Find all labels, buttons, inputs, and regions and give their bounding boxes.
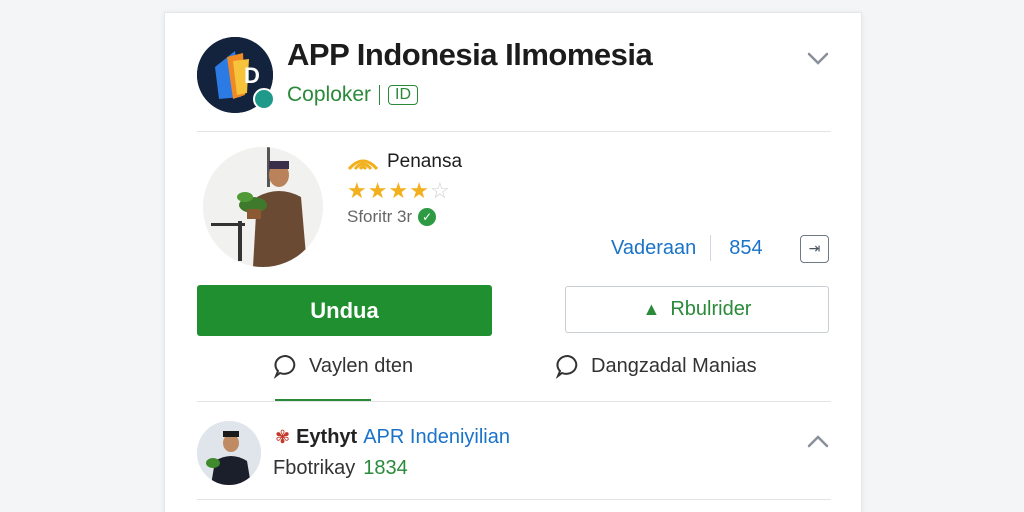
tab-label: Vaylen dten — [309, 354, 414, 377]
star-filled-icon: ★ — [409, 178, 429, 203]
divider — [197, 401, 831, 402]
rating-label: Penansa — [387, 151, 463, 172]
divider — [197, 131, 831, 132]
check-icon: ✓ — [418, 208, 437, 226]
comment-icon — [273, 355, 296, 379]
tab-label: Dangzadal Manias — [591, 354, 757, 377]
install-button[interactable]: Undua — [197, 285, 492, 336]
developer-row[interactable]: Coploker ID — [287, 83, 419, 107]
star-filled-icon: ★ — [388, 178, 409, 203]
divider — [197, 499, 831, 500]
stats-row: Vaderaan 854 — [611, 235, 763, 261]
developer-separator — [379, 85, 381, 105]
app-detail-card: D APP Indonesia Ilmomesia Coploker ID Pe… — [164, 12, 862, 512]
signal-icon — [347, 159, 379, 171]
app-title: APP Indonesia Ilmomesia — [287, 37, 653, 72]
stats-separator — [710, 235, 712, 261]
tree-icon: ▲ — [642, 299, 661, 319]
stats-count: 854 — [729, 236, 763, 259]
list-item-subtitle: Fbotrikay 1834 — [273, 457, 408, 480]
star-filled-icon: ★ — [367, 178, 388, 203]
developer-name[interactable]: Coploker — [287, 83, 371, 107]
developer-photo — [203, 147, 323, 267]
star-empty-icon: ☆ — [429, 178, 450, 203]
svg-text:D: D — [244, 63, 260, 88]
secondary-action-label: Rbulrider — [670, 298, 752, 320]
verified-label: Sforitr 3r — [347, 207, 413, 226]
tab-discussion[interactable]: Dangzadal Manias — [555, 353, 757, 379]
star-filled-icon: ★ — [347, 178, 367, 203]
leaf-icon: ✾ — [275, 427, 291, 447]
rating-block: Penansa ★ ★ ★ ★ ☆ Sforitr 3r ✓ — [347, 151, 462, 227]
share-icon[interactable]: ⇥ — [800, 235, 829, 263]
chevron-down-icon[interactable] — [805, 45, 831, 71]
comment-icon — [555, 355, 578, 379]
rating-stars: ★ ★ ★ ★ ☆ — [347, 179, 462, 203]
list-item-count: 1834 — [363, 457, 408, 479]
tab-reviews[interactable]: Vaylen dten — [273, 353, 413, 379]
avatar[interactable] — [197, 421, 261, 485]
secondary-action-button[interactable]: ▲ Rbulrider — [565, 286, 829, 333]
stats-link[interactable]: Vaderaan — [611, 237, 696, 260]
list-item-app: APR Indeniyilian — [363, 426, 510, 448]
list-item-subtitle-text: Fbotrikay — [273, 457, 356, 479]
list-item-title[interactable]: ✾ Eythyt APR Indeniyilian — [275, 426, 510, 449]
list-item-name: Eythyt — [296, 426, 358, 448]
chevron-up-icon[interactable] — [805, 429, 831, 455]
verified-badge-icon — [253, 88, 275, 110]
developer-tag: ID — [388, 85, 419, 105]
